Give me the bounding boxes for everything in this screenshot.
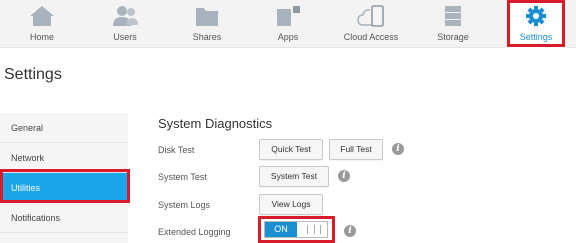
gear-icon [526, 6, 546, 26]
sidebar-item-utilities[interactable]: Utilities [0, 173, 128, 203]
nav-item-storage[interactable]: Storage [419, 0, 487, 48]
nav-item-label: Users [113, 32, 137, 42]
nav-item-settings[interactable]: Settings [507, 0, 565, 48]
system-test-button[interactable]: System Test [259, 166, 329, 187]
system-test-label: System Test [158, 172, 207, 182]
nav-item-shares[interactable]: Shares [173, 0, 241, 48]
sidebar-item-notifications[interactable]: Notifications [0, 203, 128, 233]
nav-item-home[interactable]: Home [8, 0, 76, 48]
sidebar-item-label: General [11, 123, 44, 133]
users-icon [113, 6, 138, 26]
nav-item-label: Settings [519, 32, 553, 42]
toggle-on-label: ON [265, 222, 297, 237]
nav-item-label: Home [29, 32, 54, 42]
nav-item-apps[interactable]: Apps [254, 0, 322, 48]
storage-icon [445, 6, 461, 26]
folder-icon [196, 8, 218, 26]
sidebar-item-label: Network [11, 153, 45, 163]
sidebar-item-network[interactable]: Network [0, 143, 128, 173]
toggle-grip-icon [307, 225, 321, 234]
sidebar-item-label: Notifications [11, 213, 61, 223]
section-title: System Diagnostics [158, 116, 273, 131]
home-icon [30, 6, 54, 26]
nav-item-label: Apps [277, 32, 299, 42]
extended-logging-toggle[interactable]: ON [264, 221, 328, 238]
quick-test-button[interactable]: Quick Test [259, 139, 323, 160]
nav-item-label: Cloud Access [343, 32, 399, 42]
nav-item-users[interactable]: Users [91, 0, 159, 48]
nav-item-label: Storage [437, 32, 469, 42]
sidebar-item-general[interactable]: General [0, 113, 128, 143]
page-title: Settings [4, 66, 62, 83]
cloud-access-icon [357, 5, 384, 27]
sidebar-item-label: Utilities [11, 183, 41, 193]
system-logs-label: System Logs [158, 200, 211, 210]
apps-icon [277, 6, 300, 26]
view-logs-button[interactable]: View Logs [259, 194, 323, 215]
nav-item-cloud-access[interactable]: Cloud Access [337, 0, 405, 48]
info-icon[interactable]: i [338, 170, 350, 182]
nav-item-label: Shares [192, 32, 222, 42]
extended-logging-label: Extended Logging [158, 227, 231, 237]
full-test-button[interactable]: Full Test [329, 139, 383, 160]
info-icon[interactable]: i [392, 143, 404, 155]
info-icon[interactable]: i [344, 225, 356, 237]
disk-test-label: Disk Test [158, 145, 195, 155]
sidebar: General Network Utilities Notifications [0, 113, 128, 243]
top-nav: Home Users Shares Apps Cloud Access Stor… [0, 0, 576, 48]
